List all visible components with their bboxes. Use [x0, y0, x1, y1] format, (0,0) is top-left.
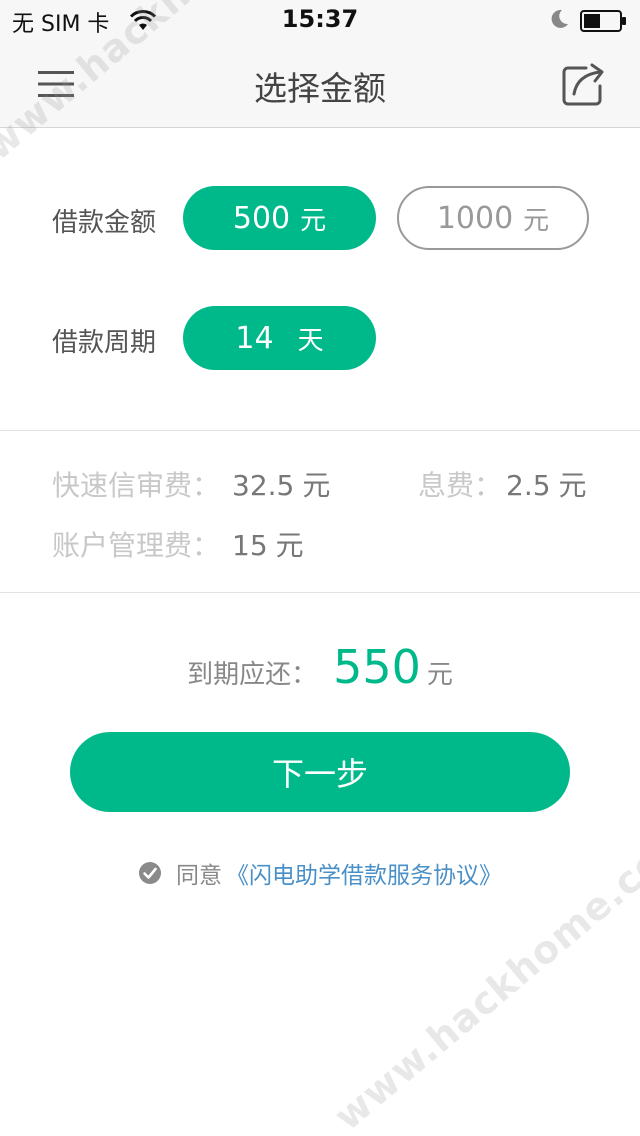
agreement-row: 同意 《闪电助学借款服务协议》	[0, 856, 640, 890]
period-option-unit: 天	[297, 325, 324, 356]
management-fee-label: 账户管理费：	[52, 529, 221, 562]
total-due: 到期应还： 550 元	[0, 640, 640, 694]
divider	[0, 592, 640, 593]
management-fee-amount: 15	[232, 529, 268, 562]
interest-fee-unit: 元	[558, 469, 587, 502]
period-option-value: 14	[235, 320, 274, 356]
battery-icon	[580, 10, 626, 32]
review-fee-amount: 32.5	[232, 469, 295, 502]
divider	[0, 430, 640, 431]
check-circle-icon[interactable]	[138, 861, 162, 885]
review-fee-unit: 元	[302, 469, 331, 502]
amount-option-500[interactable]: 500 元	[183, 186, 376, 250]
management-fee-value: 15 元	[232, 524, 304, 564]
interest-fee-label: 息费：	[418, 469, 503, 502]
agreement-prefix: 同意	[176, 863, 222, 889]
amount-option-value: 500	[232, 200, 291, 236]
total-label: 到期应还：	[187, 660, 318, 690]
next-step-button[interactable]: 下一步	[70, 732, 570, 812]
interest-fee-amount: 2.5	[506, 469, 551, 502]
amount-option-1000[interactable]: 1000 元	[397, 186, 589, 250]
loan-period-label: 借款周期	[52, 328, 157, 358]
interest-fee-value: 2.5 元	[506, 464, 587, 504]
share-icon[interactable]	[560, 62, 608, 108]
amount-option-unit: 元	[523, 205, 550, 236]
amount-option-unit: 元	[300, 205, 327, 236]
status-time: 15:37	[281, 5, 359, 33]
period-option-14[interactable]: 14 天	[183, 306, 376, 370]
agreement-link[interactable]: 《闪电助学借款服务协议》	[226, 856, 502, 890]
loan-amount-label: 借款金额	[52, 208, 157, 238]
total-amount: 550	[333, 640, 421, 694]
amount-option-value: 1000	[436, 200, 514, 236]
total-unit: 元	[426, 660, 453, 690]
review-fee-value: 32.5 元	[232, 464, 330, 504]
moon-icon	[551, 9, 568, 28]
review-fee-label: 快速信审费：	[52, 469, 221, 502]
management-fee-unit: 元	[275, 529, 304, 562]
